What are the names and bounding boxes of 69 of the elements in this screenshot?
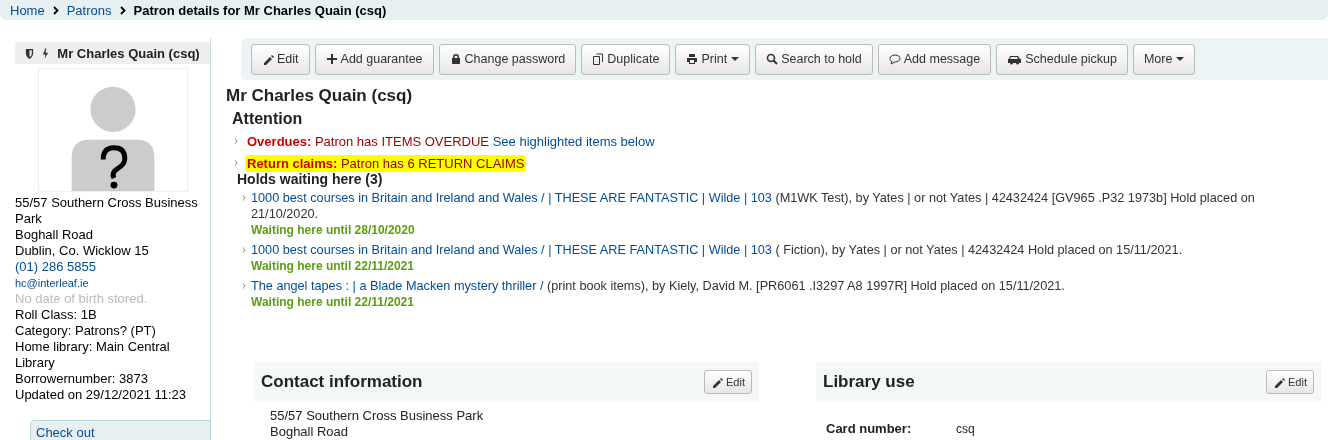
car-icon (1007, 53, 1023, 65)
toolbar-button[interactable]: Duplicate (581, 43, 671, 75)
pencil-icon (711, 376, 724, 388)
printer-icon (686, 53, 699, 65)
field-label: Card number: (826, 421, 913, 437)
birth-date-note: No date of birth stored. (15, 291, 148, 307)
breadcrumb-link[interactable]: Patrons (66, 2, 112, 18)
title-link[interactable]: 1000 best courses in Britain and Ireland and Wales / | THESE ARE FANTASTIC | Wilde | 103 (251, 191, 772, 205)
alert-message: Return claims: Patron has 6 RETURN CLAIMS (245, 154, 527, 172)
toolbar-button[interactable]: Change password (438, 43, 577, 75)
waiting-status: Waiting here until 22/11/2021 (251, 294, 415, 310)
patron-detail: Category: Patrons? (PT) (15, 323, 156, 339)
breadcrumb-link[interactable]: Home (10, 2, 45, 18)
plus-icon (325, 53, 338, 65)
hold-description: 1000 best courses in Britain and Ireland and Wales / | THESE ARE FANTASTIC | Wilde | 103 (M1WK Test), by Yates | or not Yates | 42432424 [GV965 .P32 1973b] Hold placed on 21/10/2020. (251, 190, 1256, 222)
alert-message: Overdues: Patron has ITEMS OVERDUE See highlighted items below (246, 132, 656, 150)
toolbar-button[interactable]: More (1132, 43, 1196, 75)
panel-title: Library use (823, 372, 915, 392)
patron-title: Mr Charles Quain (csq) (226, 86, 414, 106)
checkout-tab[interactable]: Check out (30, 420, 211, 440)
section-heading: Holds waiting here (3) (237, 171, 384, 187)
toolbar-button[interactable]: Add message (877, 43, 992, 75)
caret-icon (1176, 57, 1185, 61)
toolbar-button[interactable]: Edit (251, 43, 310, 75)
chevron-icon (242, 283, 246, 289)
chevron-icon (234, 160, 238, 166)
pencil-icon (1273, 376, 1286, 388)
edit-button[interactable]: Edit (704, 370, 752, 394)
phone-link[interactable]: (01) 286 5855 (15, 259, 96, 275)
copy-icon (592, 53, 605, 65)
hold-description: The angel tapes : | a Blade Macken mystery thriller / (print book items), by Kiely, David M. [PR6061 .I3297 A8 1997R] Hold placed on 15/11/2021. (251, 278, 1065, 294)
chevron-icon (52, 5, 59, 15)
pencil-icon (262, 53, 274, 65)
lightning-bolt-icon (42, 47, 50, 59)
hold-description: 1000 best courses in Britain and Ireland and Wales / | THESE ARE FANTASTIC | Wilde | 103 ( Fiction), by Yates | or not Yates | 42432424 Hold placed on 15/11/2021. (251, 242, 1183, 258)
waiting-status: Waiting here until 22/11/2021 (251, 258, 415, 274)
edit-button[interactable]: Edit (1266, 370, 1314, 394)
title-link[interactable]: The angel tapes : | a Blade Macken mystery thriller / (251, 279, 544, 293)
email-link[interactable]: hc@interleaf.ie (15, 275, 89, 291)
toolbar-button[interactable]: Add guarantee (314, 43, 434, 75)
patron-detail: Home library: Main Central Library (15, 339, 171, 371)
waiting-status: Waiting here until 28/10/2020 (251, 222, 416, 238)
patron-detail: Borrowernumber: 3873 (15, 371, 148, 387)
search-icon (766, 53, 779, 65)
toolbar-button[interactable]: Schedule pickup (996, 43, 1128, 75)
patron-detail: Dublin, Co. Wicklow 15 (15, 243, 149, 259)
lock-icon (449, 53, 462, 65)
chevron-icon (242, 247, 246, 253)
shield-icon (25, 47, 35, 59)
chevron-icon (242, 195, 246, 201)
chevron-icon (119, 5, 126, 15)
patron-detail: Boghall Road (15, 227, 94, 243)
patron-detail: Updated on 29/12/2021 11:23 (15, 387, 187, 403)
caret-icon (731, 57, 740, 61)
panel-title: Contact information (261, 372, 423, 392)
speech-bubble-icon (888, 53, 901, 65)
title-link[interactable]: 1000 best courses in Britain and Ireland and Wales / | THESE ARE FANTASTIC | Wilde | 103 (251, 243, 772, 257)
field-value: csq (956, 421, 975, 437)
toolbar-button[interactable]: Print (675, 43, 751, 75)
patron-name: Mr Charles Quain (csq) (57, 45, 200, 61)
toolbar-button[interactable]: Search to hold (755, 43, 873, 75)
alert-link[interactable]: See highlighted items below (492, 133, 655, 149)
patron-detail: 55/57 Southern Cross Business Park (15, 195, 199, 227)
address-line: Boghall Road (270, 424, 350, 440)
section-heading: Attention (232, 110, 304, 128)
breadcrumb-current: Patron details for Mr Charles Quain (csq) (133, 2, 387, 18)
patron-detail: Roll Class: 1B (15, 307, 97, 323)
chevron-icon (234, 138, 238, 144)
address-line: 55/57 Southern Cross Business Park (270, 408, 485, 424)
